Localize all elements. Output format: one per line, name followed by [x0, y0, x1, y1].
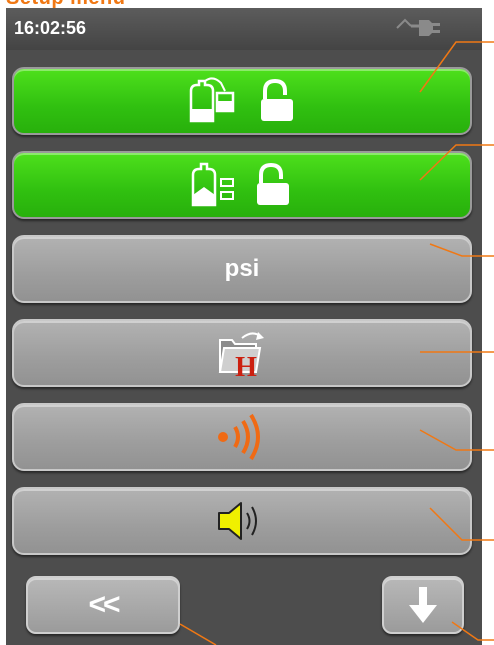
device-screen: 16:02:56 psi H <<	[6, 8, 482, 645]
header-strip: Setup menu	[0, 0, 494, 8]
header-cut-text: Setup menu	[6, 0, 125, 8]
cylinder-regulator-lock-button[interactable]	[12, 67, 472, 135]
wireless-signal-button[interactable]	[12, 403, 472, 471]
speaker-icon	[218, 502, 257, 540]
folder-h-icon: H	[218, 332, 264, 378]
cylinder-level-lock-button[interactable]	[12, 151, 472, 219]
sound-volume-button[interactable]	[12, 487, 472, 555]
back-label: <<	[88, 588, 120, 621]
back-button[interactable]: <<	[26, 576, 180, 634]
wireless-icon	[218, 413, 260, 461]
next-down-button[interactable]	[382, 576, 464, 634]
status-bar: 16:02:56	[6, 8, 482, 50]
clock: 16:02:56	[14, 18, 87, 38]
pressure-unit-button[interactable]: psi	[12, 235, 472, 303]
cylinder-level-icon	[191, 162, 234, 207]
svg-text:H: H	[235, 352, 257, 378]
plug-icon	[396, 18, 440, 36]
folder-history-button[interactable]: H	[12, 319, 472, 387]
cylinder-regulator-icon	[189, 77, 235, 123]
pressure-unit-label: psi	[224, 255, 260, 282]
arrow-down-icon	[409, 587, 437, 623]
unlocked-padlock-icon	[257, 162, 289, 205]
unlocked-padlock-icon	[261, 78, 293, 121]
